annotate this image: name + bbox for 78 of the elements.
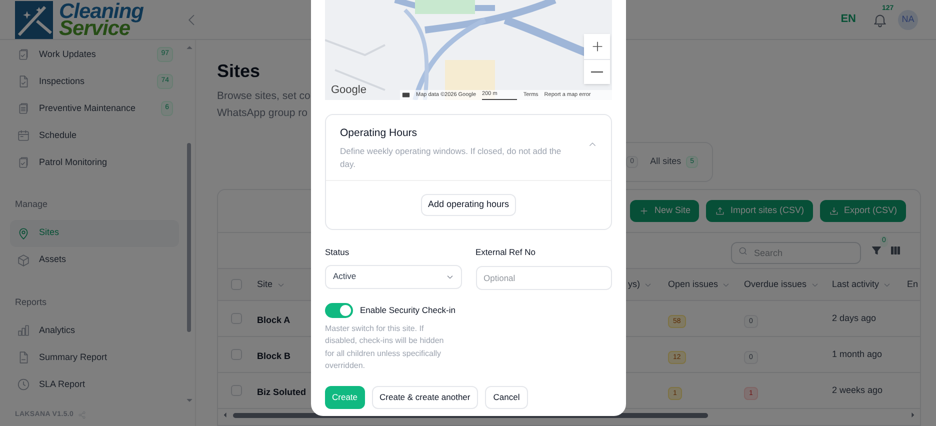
- chevron-down-icon: [446, 272, 454, 280]
- page-description: WhatsApp group ro: [217, 106, 308, 121]
- site-name: Block A: [257, 314, 290, 324]
- upload-icon: [715, 206, 726, 216]
- section-heading: Reports: [14, 296, 48, 309]
- chevron-down-icon: [276, 280, 285, 288]
- scroll-left-icon: [222, 412, 228, 418]
- page-title: Sites: [217, 60, 260, 82]
- last-activity: 2 days ago: [832, 312, 878, 325]
- calendar-icon: [17, 129, 30, 142]
- action-button[interactable]: Import sites (CSV): [706, 200, 813, 222]
- column-header[interactable]: Overdue issues: [744, 278, 807, 292]
- scroll-up-icon: [186, 44, 192, 51]
- document-icon: [17, 351, 30, 364]
- page-description: Browse sites, set co: [217, 89, 310, 104]
- chevron-down-icon: [722, 280, 730, 288]
- logo-mark-icon: [15, 0, 53, 38]
- section-title: Operating Hours: [340, 126, 418, 141]
- last-activity: 1 month ago: [832, 348, 884, 361]
- download-icon: [828, 206, 839, 216]
- toggle-label: Enable Security Check-in: [360, 304, 456, 316]
- plus-icon: [590, 40, 604, 53]
- filter-icon: [871, 245, 882, 256]
- help-text: Master switch for this site. If disabled, check-ins will be hidden for all children unless specifically overridden.: [325, 322, 445, 372]
- scrollbar-thumb[interactable]: [187, 143, 191, 332]
- filter-button[interactable]: [871, 245, 882, 256]
- cube-icon: [17, 254, 30, 266]
- last-activity: 2 weeks ago: [832, 384, 884, 397]
- clipboard-icon: [17, 156, 30, 169]
- sidebar-item[interactable]: Schedule: [10, 122, 179, 149]
- list-document-icon: [17, 102, 30, 115]
- section-heading: Manage: [14, 198, 49, 211]
- column-header[interactable]: En: [907, 278, 918, 292]
- add-operating-hours-button[interactable]: Add operating hours: [420, 194, 516, 216]
- column-header[interactable]: Open issues: [668, 278, 718, 292]
- external-ref-field[interactable]: Optional: [476, 266, 612, 290]
- columns-button[interactable]: [890, 245, 901, 256]
- user-avatar[interactable]: NA: [898, 10, 918, 30]
- action-button[interactable]: New Site: [630, 200, 700, 222]
- sidebar-item[interactable]: Analytics: [10, 317, 179, 344]
- sidebar-item[interactable]: Assets: [10, 246, 179, 274]
- sidebar-item[interactable]: Summary Report: [10, 344, 179, 371]
- sidebar-item[interactable]: Sites: [10, 220, 179, 246]
- clock-icon: [17, 378, 30, 391]
- columns-icon: [890, 245, 901, 256]
- column-header[interactable]: Site: [257, 278, 273, 292]
- location-pin-icon: [17, 226, 30, 240]
- status-select[interactable]: Active: [325, 264, 462, 288]
- chevron-down-icon: [883, 280, 892, 288]
- language-button[interactable]: EN: [840, 11, 856, 28]
- chevron-up-icon: [588, 140, 597, 149]
- column-header[interactable]: ys): [628, 278, 640, 292]
- column-header[interactable]: Last activity: [832, 278, 880, 292]
- chevron-down-icon: [810, 280, 819, 288]
- map-logo: Google: [331, 82, 366, 98]
- security-checkin-toggle[interactable]: [325, 302, 353, 318]
- dialog-button[interactable]: Create: [325, 386, 365, 408]
- chevron-down-icon: [644, 280, 652, 288]
- scroll-down-icon: [186, 397, 192, 404]
- plus-icon: [639, 206, 650, 216]
- search-icon: [738, 246, 748, 256]
- field-label: Status: [325, 246, 350, 258]
- collapse-section-button[interactable]: [588, 140, 597, 149]
- action-button[interactable]: Export (CSV): [820, 200, 906, 222]
- minus-icon: [591, 71, 603, 73]
- site-name: Block B: [257, 350, 291, 360]
- field-label: External Ref No: [476, 246, 536, 258]
- section-description: Define weekly operating windows. If closed, do not add the day.: [340, 144, 562, 171]
- sidebar-item[interactable]: SLA Report: [10, 371, 179, 398]
- bar-chart-icon: [17, 324, 30, 337]
- scroll-right-icon: [910, 412, 916, 418]
- dialog-button[interactable]: Create & create another: [372, 386, 478, 408]
- clipboard-icon: [17, 48, 30, 61]
- site-name: Biz Soluted: [257, 386, 306, 396]
- document-icon: [17, 75, 30, 88]
- search-field[interactable]: Search: [731, 242, 861, 264]
- sidebar-item[interactable]: Patrol Monitoring: [10, 149, 179, 176]
- dialog-button[interactable]: Cancel: [485, 386, 528, 408]
